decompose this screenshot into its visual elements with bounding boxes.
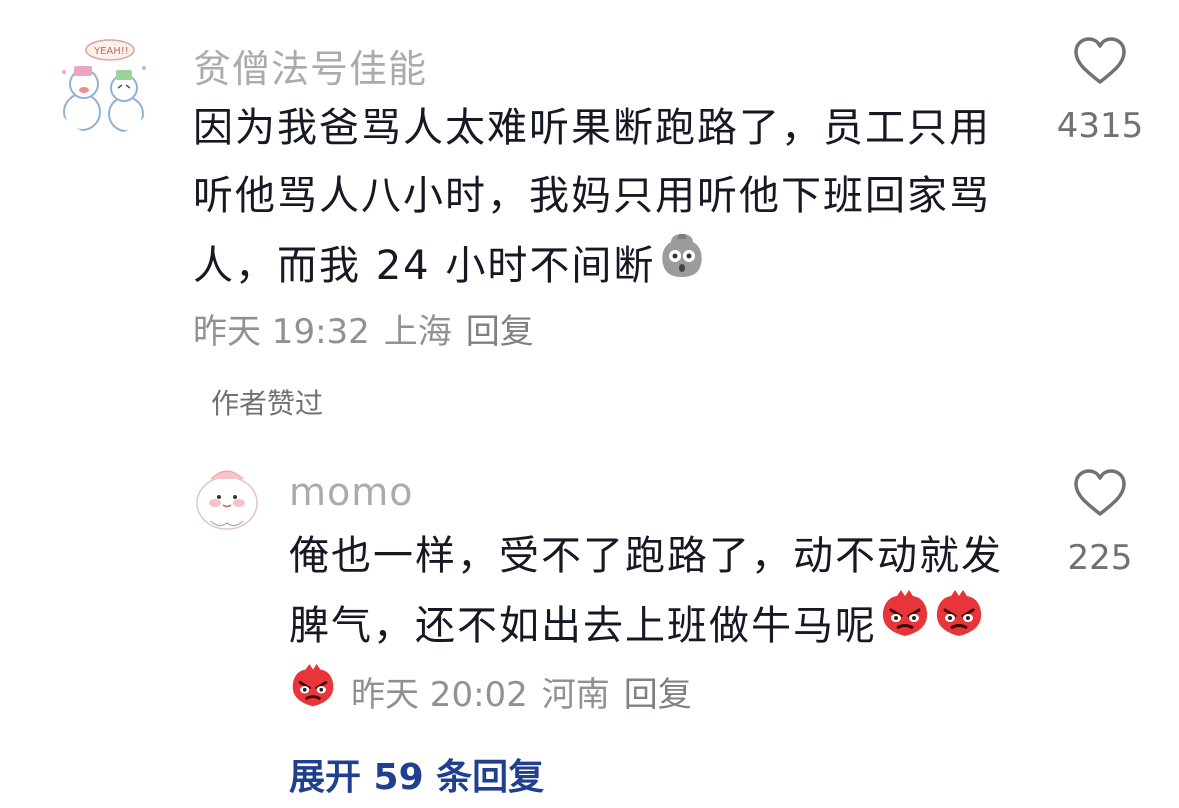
comment-location: 上海 (383, 312, 452, 352)
heart-outline-icon (1074, 469, 1126, 516)
comment-like-count: 4315 (1056, 106, 1144, 146)
comment-like-button[interactable] (1040, 36, 1160, 90)
reply-text-line: 俺也一样，受不了跑路了，动不动就发 (289, 533, 1003, 579)
reply-location: 河南 (541, 675, 610, 715)
reply-meta: 昨天 20:02 河南 回复 (289, 664, 692, 719)
reply-time: 昨天 20:02 (351, 675, 528, 715)
comment-text: 因为我爸骂人太难听果断跑路了，员工只用 听他骂人八小时，我妈只用听他下班回家骂 … (193, 94, 1033, 301)
reply-username[interactable]: momo (289, 470, 414, 514)
angry-red-face-emoji (289, 664, 337, 719)
reply-text-line: 脾气，还不如出去上班做牛马呢 (289, 590, 1049, 661)
angry-red-face-emoji (879, 590, 931, 661)
expand-replies-button[interactable]: 展开 59 条回复 (289, 748, 544, 800)
commenter-avatar[interactable]: YEAH!! (52, 32, 156, 136)
svg-text:YEAH!!: YEAH!! (93, 46, 129, 57)
reply-like-count: 225 (1067, 538, 1133, 578)
comment-time: 昨天 19:32 (193, 312, 370, 352)
comment-reply-button[interactable]: 回复 (466, 304, 534, 353)
avatar-cute-character (189, 459, 265, 535)
avatar-snowmen-illustration: YEAH!! (52, 32, 156, 136)
reply-like-button[interactable] (1040, 468, 1160, 522)
comment-text-line: 人，而我 24 小时不间断 (193, 230, 1033, 301)
reply-reply-button[interactable]: 回复 (624, 667, 692, 716)
commenter-username[interactable]: 贫僧法号佳能 (193, 38, 427, 93)
angry-red-face-emoji (933, 590, 985, 661)
reply-text: 俺也一样，受不了跑路了，动不动就发 脾气，还不如出去上班做牛马呢 (289, 522, 1049, 661)
comment-text-line: 听他骂人八小时，我妈只用听他下班回家骂 (193, 173, 991, 219)
shocked-face-emoji (657, 230, 707, 301)
reply-avatar[interactable] (189, 459, 265, 535)
comment-text-line: 因为我爸骂人太难听果断跑路了，员工只用 (193, 105, 991, 151)
comment-meta: 昨天 19:32 上海 回复 (193, 304, 534, 353)
heart-outline-icon (1074, 37, 1126, 84)
author-liked-badge: 作者赞过 (211, 387, 324, 420)
